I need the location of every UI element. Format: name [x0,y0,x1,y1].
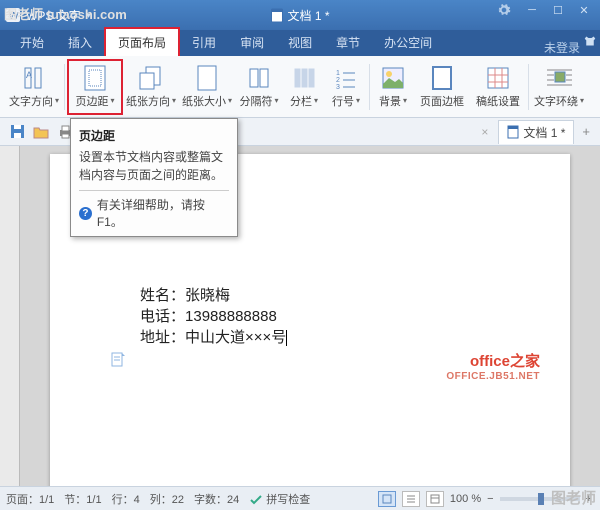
paper-size-button[interactable]: 纸张大小▾ [179,59,235,115]
spellcheck-icon [249,492,263,506]
margins-tooltip: 页边距 设置本节文档内容或整篇文档内容与页面之间的距离。 ? 有关详细帮助，请按… [70,118,238,237]
zoom-level[interactable]: 100 % [450,493,481,505]
tooltip-title: 页边距 [79,127,229,144]
save-icon[interactable] [6,121,28,143]
columns-button[interactable]: 分栏▾ [283,59,325,115]
open-icon[interactable] [30,121,52,143]
tab-close-placeholder: × [481,125,488,139]
page-border-button[interactable]: 页面边框 [414,59,470,115]
status-words[interactable]: 字数：24 [194,491,239,507]
watermark-office: office之家 OFFICE.JB51.NET [446,350,540,382]
orientation-button[interactable]: 纸张方向▾ [123,59,179,115]
text-wrap-button[interactable]: 文字环绕▾ [531,59,587,115]
svg-text:3: 3 [336,84,340,89]
ribbon: A 文字方向▾ 页边距▾ 纸张方向▾ 纸张大小▾ 分隔符▾ 分栏▾ 123 行号… [0,56,600,118]
tab-review[interactable]: 审阅 [228,29,276,56]
settings-icon[interactable] [494,0,518,20]
doc-line-1: 姓名：张晓梅 [140,284,530,305]
maximize-button[interactable]: ☐ [546,0,570,20]
background-button[interactable]: 背景▾ [372,59,414,115]
skin-icon[interactable] [584,35,596,47]
help-icon: ? [79,207,92,220]
zoom-out-icon[interactable]: − [487,493,493,505]
text-cursor [286,330,287,346]
tab-workspace[interactable]: 办公空间 [372,29,444,56]
view-web[interactable] [426,491,444,507]
document-tab[interactable]: 文档 1 * [498,120,574,144]
margins-button[interactable]: 页边距▾ [67,59,123,115]
status-page[interactable]: 页面：1/1 [6,491,54,507]
status-col[interactable]: 列：22 [150,491,184,507]
text-direction-button[interactable]: A 文字方向▾ [6,59,62,115]
tab-insert[interactable]: 插入 [56,29,104,56]
tab-page-layout[interactable]: 页面布局 [104,27,180,56]
close-button[interactable]: ✕ [572,0,596,20]
view-outline[interactable] [402,491,420,507]
watermark-br: 图老师 [551,487,596,508]
page-start-icon [110,352,126,368]
doc-icon [270,8,283,23]
vertical-ruler [0,146,20,486]
menubar: 开始 插入 页面布局 引用 审阅 视图 章节 办公空间 未登录 [0,30,600,56]
svg-text:1: 1 [336,70,340,77]
tooltip-body: 设置本节文档内容或整篇文档内容与页面之间的距离。 [79,148,229,191]
tooltip-help: ? 有关详细帮助，请按F1。 [79,196,229,230]
breaks-button[interactable]: 分隔符▾ [235,59,283,115]
view-print-layout[interactable] [378,491,396,507]
tab-section[interactable]: 章节 [324,29,372,56]
tab-references[interactable]: 引用 [180,29,228,56]
status-row[interactable]: 行：4 [112,491,140,507]
statusbar: 页面：1/1 节：1/1 行：4 列：22 字数：24 拼写检查 100 % −… [0,486,600,510]
new-tab-icon[interactable]: + [582,124,590,139]
svg-text:2: 2 [336,77,340,84]
tab-home[interactable]: 开始 [8,29,56,56]
login-status[interactable]: 未登录 [544,39,580,56]
watermark-tl: 图老师 tulaoshi.com [4,4,127,23]
manuscript-button[interactable]: 稿纸设置 [470,59,526,115]
doc-line-2: 电话：13988888888 [140,305,530,326]
status-spellcheck[interactable]: 拼写检查 [266,491,310,507]
minimize-button[interactable]: ─ [520,0,544,20]
tab-view[interactable]: 视图 [276,29,324,56]
line-numbers-button[interactable]: 123 行号▾ [325,59,367,115]
svg-text:A: A [26,70,32,80]
doc-line-3: 地址：中山大道×××号 [140,326,530,347]
status-section[interactable]: 节：1/1 [64,491,101,507]
doc-title: 文档 1 * [287,7,329,24]
